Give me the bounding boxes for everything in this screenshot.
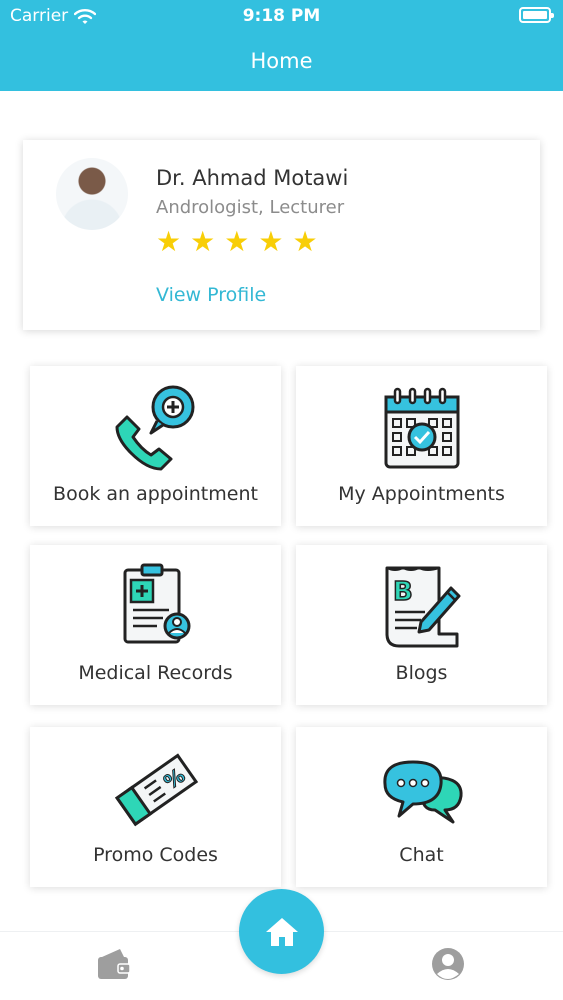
coupon-percent-icon: % <box>114 753 198 827</box>
tile-label: Blogs <box>395 662 448 684</box>
svg-text:B: B <box>393 577 413 607</box>
promo-codes-tile[interactable]: % Promo Codes <box>30 727 281 887</box>
wallet-icon[interactable] <box>96 947 132 981</box>
tile-label: Medical Records <box>78 662 233 684</box>
phone-plus-icon <box>115 385 194 471</box>
tile-label: Promo Codes <box>93 844 218 866</box>
view-profile-link[interactable]: View Profile <box>156 284 266 306</box>
star-icon: ★ <box>156 225 182 258</box>
doctor-card: Dr. Ahmad Motawi Andrologist, Lecturer ★… <box>23 140 540 330</box>
blogs-tile[interactable]: B Blogs <box>296 545 547 705</box>
home-button[interactable] <box>239 889 324 974</box>
calendar-check-icon <box>384 387 459 469</box>
star-icon: ★ <box>292 225 318 258</box>
chat-tile[interactable]: Chat <box>296 727 547 887</box>
clock: 9:18 PM <box>242 6 321 26</box>
doctor-avatar <box>56 158 128 230</box>
tile-label: Chat <box>399 844 444 866</box>
status-bar: Carrier 9:18 PM <box>0 0 563 32</box>
tile-label: My Appointments <box>338 483 505 505</box>
app-header: Carrier 9:18 PM Home <box>0 0 563 91</box>
doctor-specialty: Andrologist, Lecturer <box>156 197 345 218</box>
battery-icon <box>519 7 554 23</box>
star-icon: ★ <box>190 225 216 258</box>
my-appointments-tile[interactable]: My Appointments <box>296 366 547 526</box>
page-title: Home <box>250 49 313 73</box>
tile-label: Book an appointment <box>53 483 258 505</box>
star-icon: ★ <box>224 225 250 258</box>
star-icon: ★ <box>258 225 284 258</box>
book-appointment-tile[interactable]: Book an appointment <box>30 366 281 526</box>
home-icon <box>265 917 298 946</box>
clipboard-record-icon <box>123 563 190 644</box>
blog-pen-icon: B <box>385 566 460 648</box>
chat-bubbles-icon <box>382 760 463 824</box>
profile-icon[interactable] <box>431 947 465 981</box>
medical-records-tile[interactable]: Medical Records <box>30 545 281 705</box>
rating-stars: ★ ★ ★ ★ ★ <box>156 228 318 256</box>
doctor-name: Dr. Ahmad Motawi <box>156 166 349 190</box>
